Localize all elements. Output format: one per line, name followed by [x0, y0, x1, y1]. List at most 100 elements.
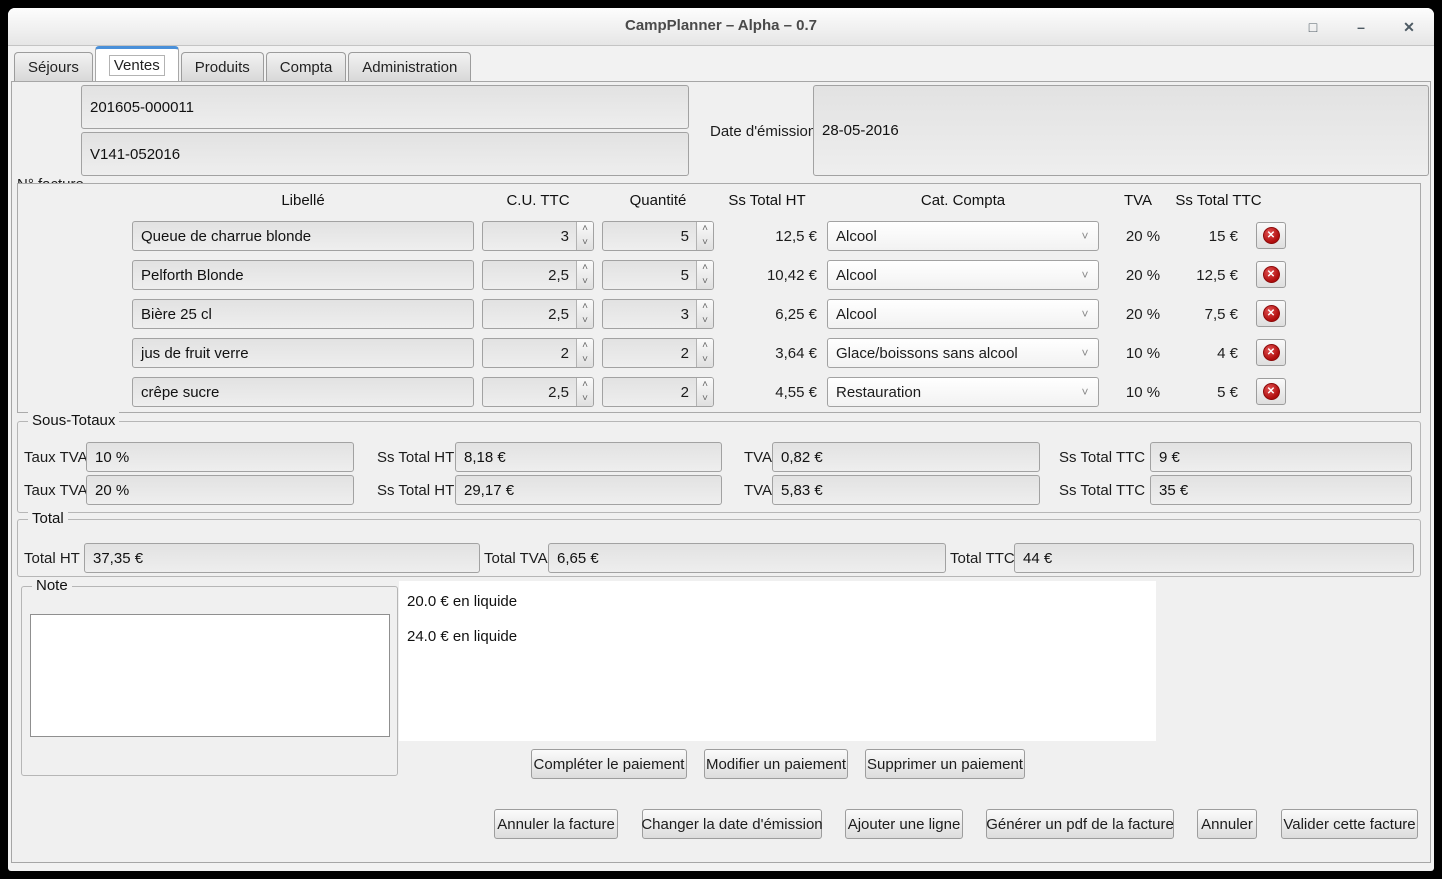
taux-tva-label: Taux TVA	[24, 449, 88, 466]
tab-administration[interactable]: Administration	[348, 52, 471, 81]
spin-up-icon[interactable]: ˄	[697, 261, 713, 275]
taux-tva-field: 20 %	[86, 475, 354, 505]
emission-date-field: 28-05-2016	[813, 85, 1429, 176]
line-libelle-input[interactable]: jus de fruit verre	[132, 338, 474, 368]
invoice-lines-table: Libellé C.U. TTC Quantité Ss Total HT Ca…	[17, 183, 1421, 413]
col-header-cu-ttc: C.U. TTC	[482, 192, 594, 212]
minimize-icon[interactable]: –	[1350, 16, 1372, 38]
total-ttc-label: Total TTC	[950, 550, 1015, 567]
delete-line-button[interactable]: ✕	[1256, 261, 1286, 288]
line-cu-ttc-stepper[interactable]: 3 ˄˅	[482, 221, 594, 251]
note-input[interactable]	[30, 614, 390, 737]
window-controls: □ – ✕	[1302, 8, 1420, 46]
spin-down-icon[interactable]: ˅	[697, 275, 713, 289]
modify-payment-button[interactable]: Modifier un paiement	[704, 749, 848, 779]
line-libelle-input[interactable]: Bière 25 cl	[132, 299, 474, 329]
cancel-invoice-button[interactable]: Annuler la facture	[494, 809, 618, 839]
col-header-ss-total-ttc: Ss Total TTC	[1166, 192, 1271, 212]
spin-up-icon[interactable]: ˄	[577, 339, 593, 353]
tva-field: 0,82 €	[772, 442, 1040, 472]
tab-compta[interactable]: Compta	[266, 52, 347, 81]
payment-list-item[interactable]: 24.0 € en liquide	[399, 628, 1156, 645]
line-cat-compta-select[interactable]: Alcool ˅	[827, 260, 1099, 290]
line-quantite-stepper[interactable]: 2 ˄˅	[602, 338, 714, 368]
spin-up-icon[interactable]: ˄	[577, 300, 593, 314]
delete-line-icon: ✕	[1263, 266, 1280, 283]
chevron-down-icon: ˅	[1072, 385, 1098, 399]
delete-line-icon: ✕	[1263, 383, 1280, 400]
line-cat-compta-select[interactable]: Glace/boissons sans alcool ˅	[827, 338, 1099, 368]
ventes-page: N° facture 201605-000011 N° facture V141…	[11, 81, 1431, 863]
total-group: Total Total HT 37,35 € Total TVA 6,65 € …	[17, 519, 1421, 577]
payments-list: 20.0 € en liquide 24.0 € en liquide	[399, 581, 1156, 741]
close-icon[interactable]: ✕	[1398, 16, 1420, 38]
delete-line-button[interactable]: ✕	[1256, 300, 1286, 327]
delete-line-icon: ✕	[1263, 344, 1280, 361]
ss-total-ht-field: 8,18 €	[455, 442, 722, 472]
tab-ventes[interactable]: Ventes	[95, 46, 179, 81]
taux-tva-label: Taux TVA	[24, 482, 88, 499]
delete-line-button[interactable]: ✕	[1256, 378, 1286, 405]
spin-down-icon[interactable]: ˅	[697, 353, 713, 367]
delete-line-icon: ✕	[1263, 227, 1280, 244]
taux-tva-field: 10 %	[86, 442, 354, 472]
spin-up-icon[interactable]: ˄	[577, 378, 593, 392]
spin-down-icon[interactable]: ˅	[577, 353, 593, 367]
spin-up-icon[interactable]: ˄	[697, 222, 713, 236]
tva-field: 5,83 €	[772, 475, 1040, 505]
spin-down-icon[interactable]: ˅	[577, 275, 593, 289]
spin-up-icon[interactable]: ˄	[697, 339, 713, 353]
total-tva-field: 6,65 €	[548, 543, 946, 573]
total-ht-label: Total HT	[24, 550, 80, 567]
delete-line-button[interactable]: ✕	[1256, 339, 1286, 366]
spin-down-icon[interactable]: ˅	[577, 392, 593, 406]
line-ss-total-ttc: 7,5 €	[1168, 299, 1238, 329]
spin-up-icon[interactable]: ˄	[577, 222, 593, 236]
line-libelle-input[interactable]: Pelforth Blonde	[132, 260, 474, 290]
spin-up-icon[interactable]: ˄	[697, 300, 713, 314]
maximize-icon[interactable]: □	[1302, 16, 1324, 38]
cancel-button[interactable]: Annuler	[1197, 809, 1257, 839]
line-ss-total-ttc: 15 €	[1168, 221, 1238, 251]
spin-down-icon[interactable]: ˅	[577, 314, 593, 328]
line-cat-compta-select[interactable]: Alcool ˅	[827, 221, 1099, 251]
delete-line-button[interactable]: ✕	[1256, 222, 1286, 249]
invoice-number2-field: V141-052016	[81, 132, 689, 176]
spin-down-icon[interactable]: ˅	[697, 392, 713, 406]
spin-down-icon[interactable]: ˅	[577, 236, 593, 250]
spin-down-icon[interactable]: ˅	[697, 314, 713, 328]
line-quantite-stepper[interactable]: 5 ˄˅	[602, 221, 714, 251]
change-emission-date-button[interactable]: Changer la date d'émission	[642, 809, 822, 839]
invoice-number-field: 201605-000011	[81, 85, 689, 129]
tab-sejours[interactable]: Séjours	[14, 52, 93, 81]
line-quantite-stepper[interactable]: 3 ˄˅	[602, 299, 714, 329]
line-cu-ttc-stepper[interactable]: 2 ˄˅	[482, 338, 594, 368]
validate-invoice-button[interactable]: Valider cette facture	[1281, 809, 1418, 839]
line-cu-ttc-stepper[interactable]: 2,5 ˄˅	[482, 299, 594, 329]
line-cat-compta-select[interactable]: Alcool ˅	[827, 299, 1099, 329]
delete-payment-button[interactable]: Supprimer un paiement	[865, 749, 1025, 779]
ss-total-ht-label: Ss Total HT	[377, 449, 454, 466]
spin-up-icon[interactable]: ˄	[697, 378, 713, 392]
delete-line-icon: ✕	[1263, 305, 1280, 322]
tva-label: TVA	[744, 482, 772, 499]
add-line-button[interactable]: Ajouter une ligne	[845, 809, 963, 839]
col-header-tva: TVA	[1103, 192, 1173, 212]
line-quantite-stepper[interactable]: 5 ˄˅	[602, 260, 714, 290]
line-cu-ttc-stepper[interactable]: 2,5 ˄˅	[482, 377, 594, 407]
total-title: Total	[28, 510, 68, 527]
tab-produits[interactable]: Produits	[181, 52, 264, 81]
line-cu-ttc-stepper[interactable]: 2,5 ˄˅	[482, 260, 594, 290]
payment-list-item[interactable]: 20.0 € en liquide	[399, 593, 1156, 610]
generate-pdf-button[interactable]: Générer un pdf de la facture	[986, 809, 1174, 839]
chevron-down-icon: ˅	[1072, 268, 1098, 282]
line-cat-compta-select[interactable]: Restauration ˅	[827, 377, 1099, 407]
line-libelle-input[interactable]: Queue de charrue blonde	[132, 221, 474, 251]
spin-up-icon[interactable]: ˄	[577, 261, 593, 275]
spin-down-icon[interactable]: ˅	[697, 236, 713, 250]
ss-total-ttc-label: Ss Total TTC	[1059, 482, 1145, 499]
complete-payment-button[interactable]: Compléter le paiement	[531, 749, 687, 779]
line-libelle-input[interactable]: crêpe sucre	[132, 377, 474, 407]
line-quantite-stepper[interactable]: 2 ˄˅	[602, 377, 714, 407]
titlebar: CampPlanner – Alpha – 0.7 □ – ✕	[8, 8, 1434, 46]
